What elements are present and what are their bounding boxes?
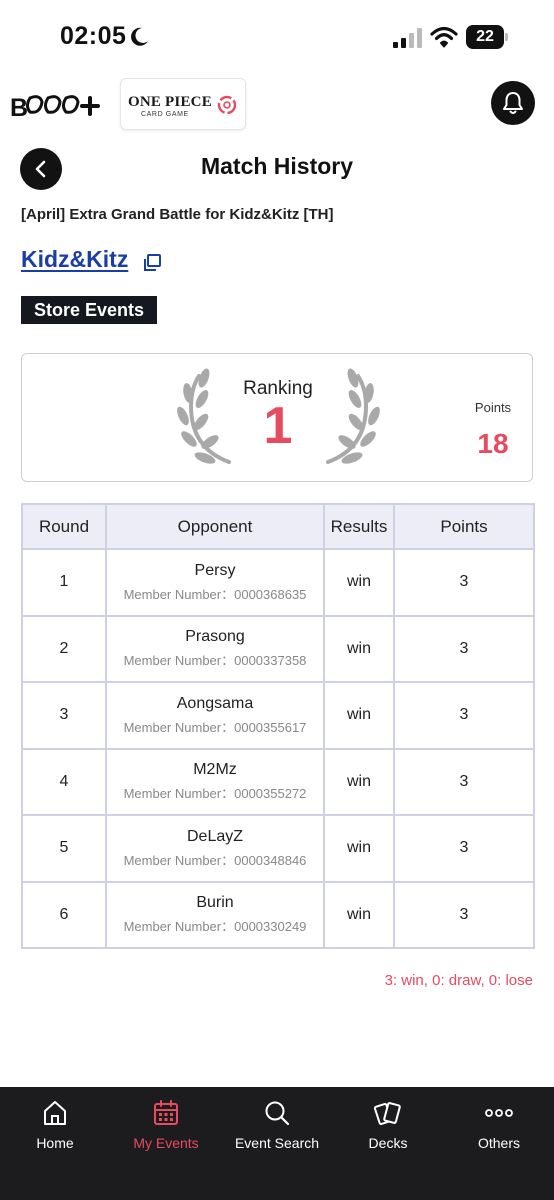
notifications-button[interactable] <box>491 81 535 125</box>
opponent-cell: Burin Member Number：0000330249 <box>105 880 325 949</box>
one-piece-card-game-logo: ONE PIECE CARD GAME <box>120 78 246 130</box>
table-row: 5 DeLayZ Member Number：0000348846 win 3 <box>21 814 535 883</box>
header-points: Points <box>393 503 535 550</box>
result-cell: win <box>323 747 395 816</box>
result-cell: win <box>323 614 395 683</box>
opponent-name: Persy <box>194 561 236 579</box>
nav-label: Decks <box>368 1135 408 1151</box>
opponent-name: Burin <box>196 894 234 912</box>
result-cell: win <box>323 681 395 750</box>
event-name: [April] Extra Grand Battle for Kidz&Kitz… <box>21 206 334 223</box>
points-cell: 3 <box>393 681 535 750</box>
member-number: Member Number：0000337358 <box>123 653 307 669</box>
copy-icon[interactable] <box>142 253 162 273</box>
opponent-cell: Aongsama Member Number：0000355617 <box>105 681 325 750</box>
header-opponent: Opponent <box>105 503 325 550</box>
nav-label: Others <box>477 1135 520 1151</box>
battery-level: 22 <box>466 25 504 49</box>
ranking-card: Ranking 1 Points 18 <box>21 353 533 482</box>
bottom-nav: Home My Events Event Search Decks Others <box>0 1087 554 1200</box>
nav-decks[interactable]: Decks <box>333 1087 443 1167</box>
points-value: 18 <box>477 428 509 459</box>
round-cell: 3 <box>21 681 107 750</box>
wifi-icon <box>430 26 458 48</box>
opponent-cell: Persy Member Number：0000368635 <box>105 548 325 617</box>
results-summary: 3: win, 0: draw, 0: lose <box>384 972 533 989</box>
header-round: Round <box>21 503 107 550</box>
points-cell: 3 <box>393 747 535 816</box>
table-row: 4 M2Mz Member Number：0000355272 win 3 <box>21 747 535 816</box>
points-label: Points <box>474 400 512 415</box>
member-number: Member Number：0000368635 <box>123 586 307 602</box>
points-cell: 3 <box>393 814 535 883</box>
app-header: B ONE PIECE CARD GAME <box>0 76 554 134</box>
member-number: Member Number：0000355617 <box>123 719 307 735</box>
table-row: 2 Prasong Member Number：0000337358 win 3 <box>21 614 535 683</box>
member-number: Member Number：0000330249 <box>123 919 307 935</box>
opponent-name: Prasong <box>185 628 245 646</box>
table-row: 3 Aongsama Member Number：0000355617 win … <box>21 681 535 750</box>
result-cell: win <box>323 548 395 617</box>
opponent-name: M2Mz <box>193 761 237 779</box>
battery-indicator: 22 <box>466 25 508 49</box>
nav-label: My Events <box>133 1135 199 1151</box>
round-cell: 6 <box>21 880 107 949</box>
ranking-value: 1 <box>263 397 293 455</box>
page-title: Match History <box>200 153 354 179</box>
status-bar: 02:05 22 <box>0 0 554 76</box>
round-cell: 5 <box>21 814 107 883</box>
calendar-icon <box>154 1100 178 1125</box>
store-link[interactable]: Kidz&Kitz <box>21 246 128 273</box>
round-cell: 1 <box>21 548 107 617</box>
table-header-row: Round Opponent Results Points <box>21 503 535 550</box>
points-cell: 3 <box>393 880 535 949</box>
table-row: 1 Persy Member Number：0000368635 win 3 <box>21 548 535 617</box>
nav-label: Home <box>36 1135 74 1151</box>
opponent-cell: Prasong Member Number：0000337358 <box>105 614 325 683</box>
bcg-plus-logo[interactable]: B <box>10 92 102 120</box>
svg-text:B: B <box>10 94 28 120</box>
more-icon <box>485 1109 513 1117</box>
round-cell: 4 <box>21 747 107 816</box>
logo-title: ONE PIECE <box>128 94 212 110</box>
logo-subtitle: CARD GAME <box>141 111 189 118</box>
nav-event-search[interactable]: Event Search <box>222 1087 332 1167</box>
round-cell: 2 <box>21 614 107 683</box>
member-number: Member Number：0000348846 <box>123 852 307 868</box>
header-results: Results <box>323 503 395 550</box>
cards-icon <box>374 1102 401 1126</box>
status-time: 02:05 <box>60 22 127 50</box>
moon-icon <box>131 27 148 46</box>
opponent-cell: DeLayZ Member Number：0000348846 <box>105 814 325 883</box>
opponent-name: Aongsama <box>176 694 254 712</box>
search-icon <box>265 1101 290 1126</box>
opponent-cell: M2Mz Member Number：0000355272 <box>105 747 325 816</box>
match-history-table: Round Opponent Results Points 1 Persy Me… <box>21 503 535 949</box>
nav-others[interactable]: Others <box>444 1087 554 1167</box>
logo-emblem-icon <box>217 95 237 115</box>
member-number: Member Number：0000355272 <box>123 786 307 802</box>
result-cell: win <box>323 880 395 949</box>
points-cell: 3 <box>393 548 535 617</box>
nav-home[interactable]: Home <box>0 1087 110 1167</box>
home-icon <box>44 1101 66 1125</box>
opponent-name: DeLayZ <box>186 827 244 845</box>
battery-tip <box>505 33 508 41</box>
points-cell: 3 <box>393 614 535 683</box>
nav-label: Event Search <box>234 1135 320 1151</box>
table-row: 6 Burin Member Number：0000330249 win 3 <box>21 880 535 949</box>
result-cell: win <box>323 814 395 883</box>
event-type-badge: Store Events <box>21 296 158 324</box>
nav-my-events[interactable]: My Events <box>111 1087 221 1167</box>
signal-icon <box>393 28 422 48</box>
bell-icon <box>503 92 523 114</box>
